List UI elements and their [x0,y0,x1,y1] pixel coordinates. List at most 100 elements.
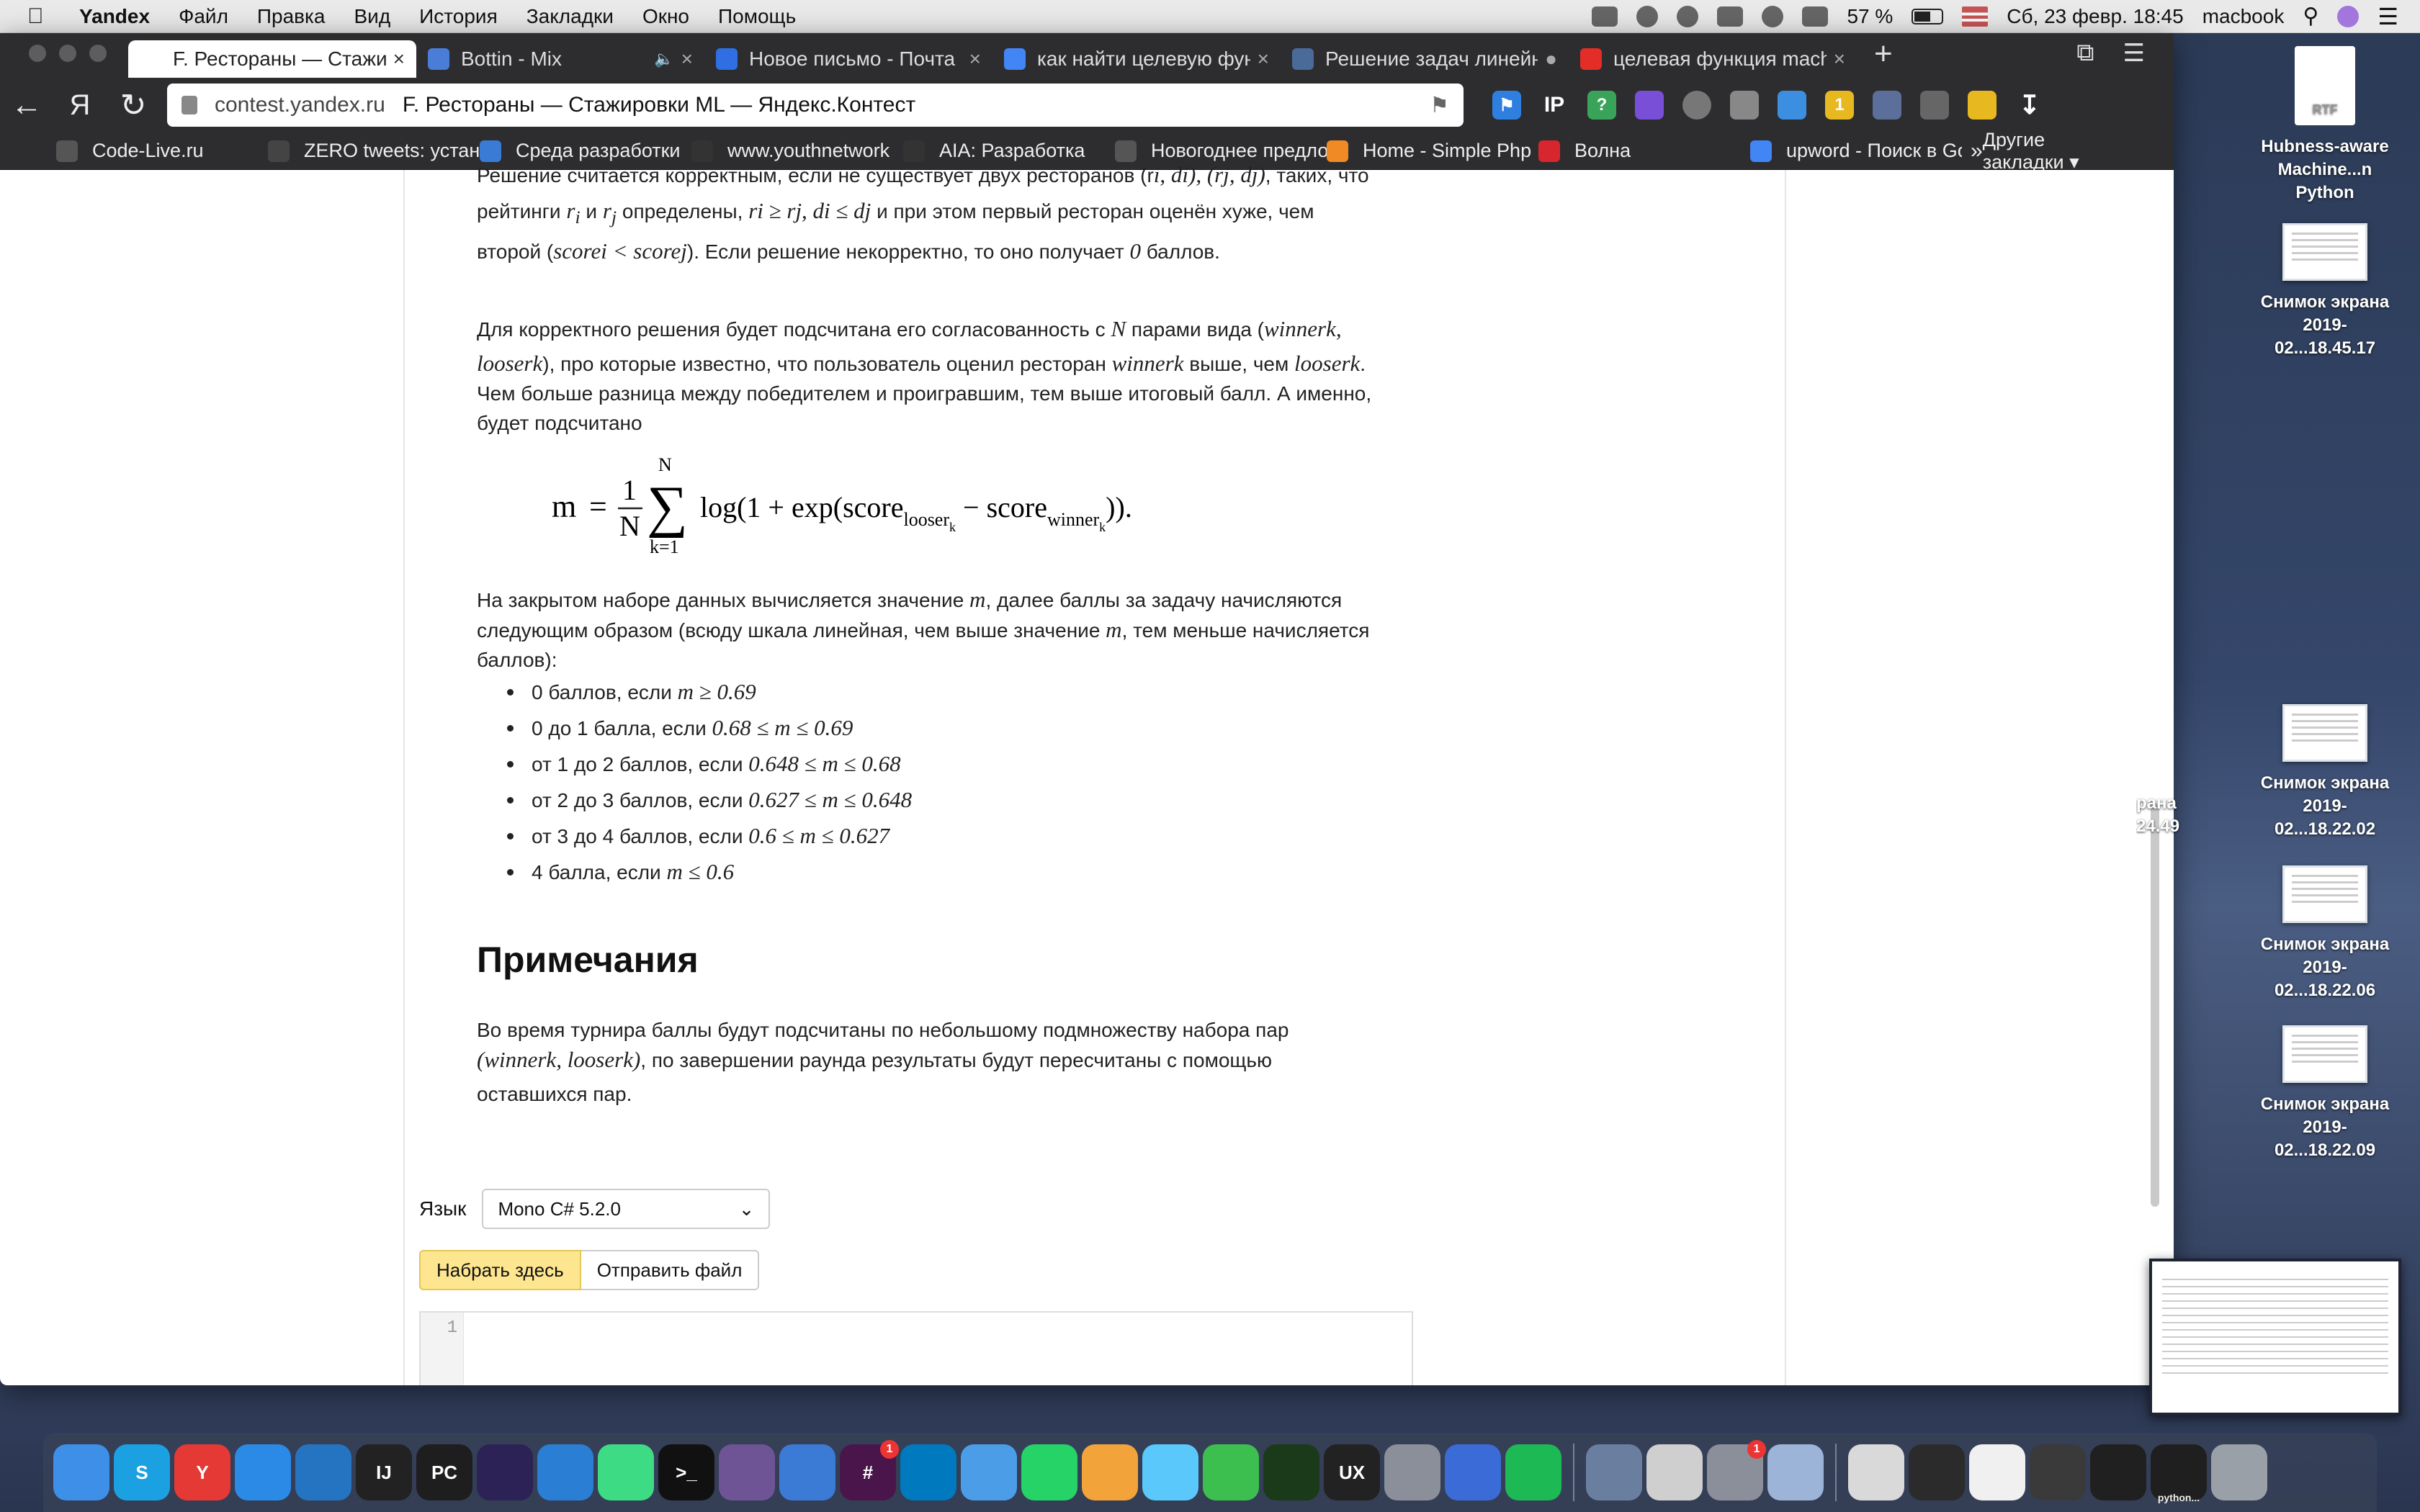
bookmark-item[interactable]: ZERO tweets: установка [268,140,480,162]
tab-manager-icon[interactable]: ⧉ [2076,39,2094,68]
extension-ip-icon[interactable]: IP [1540,91,1569,120]
close-window-button[interactable] [29,45,46,62]
charts-icon[interactable] [1445,1444,1501,1500]
uxpin-icon[interactable]: UX [1324,1444,1380,1500]
tab-5[interactable]: целевая функция machine × [1569,40,1857,78]
time-machine-icon[interactable] [1677,5,1699,27]
downloads-stack-icon[interactable] [1848,1444,1904,1500]
system-prefs-icon[interactable] [1384,1444,1440,1500]
menu-window[interactable]: Окно [642,5,689,28]
stack-icon-2[interactable] [1969,1444,2025,1500]
android-studio-icon[interactable] [598,1444,654,1500]
close-tab-icon[interactable]: × [1258,48,1269,71]
spinner-app-icon[interactable] [1263,1444,1319,1500]
tab-3[interactable]: как найти целевую функцию × [992,40,1281,78]
lock-icon[interactable] [182,96,197,114]
extension-battery-icon[interactable] [1968,91,1996,120]
database-icon[interactable] [1586,1444,1642,1500]
keynote-icon[interactable] [779,1444,835,1500]
apple-menu-icon[interactable]:  [27,4,56,29]
type-here-tab[interactable]: Набрать здесь [419,1250,581,1290]
battery-icon[interactable] [1912,8,1944,24]
address-bar[interactable]: contest.yandex.ru F. Рестораны — Стажиро… [167,84,1464,127]
desktop-file-icon[interactable]: Снимок экрана 2019-02...18.22.09 [2253,1025,2397,1162]
desktop-file-icon[interactable]: Снимок экрана 2019-02...18.22.02 [2253,704,2397,841]
messages-icon[interactable] [1142,1444,1198,1500]
screenshot-preview-thumbnail[interactable] [2149,1259,2401,1416]
notification-center-icon[interactable]: ☰ [2378,3,2398,30]
extension-cursor-icon[interactable] [1920,91,1949,120]
menu-edit[interactable]: Правка [257,5,326,28]
menu-file[interactable]: Файл [179,5,228,28]
bookmark-item[interactable]: Home - Simple Php [1327,140,1538,162]
whatsapp-icon[interactable] [1021,1444,1077,1500]
minimize-window-button[interactable] [59,45,76,62]
pycharm-icon[interactable]: PC [416,1444,472,1500]
other-bookmarks-folder[interactable]: Другие закладки ▾ [1983,129,2130,174]
extension-bulb-icon[interactable] [1682,91,1711,120]
bookmark-item[interactable]: www.youthnetwork [691,140,903,162]
finder-icon[interactable] [53,1444,109,1500]
send-file-tab[interactable]: Отправить файл [581,1250,760,1290]
stack-icon-3[interactable] [2030,1444,2086,1500]
desktop-file-icon[interactable]: Снимок экрана 2019-02...18.45.17 [2253,223,2397,360]
yandex-browser-icon[interactable]: Y [174,1444,230,1500]
extension-note-icon[interactable]: 1 [1825,91,1854,120]
language-select[interactable]: Mono C# 5.2.0 ⌄ [482,1189,771,1229]
wifi-icon[interactable] [1762,5,1784,27]
stack-icon-1[interactable] [1909,1444,1965,1500]
skype-icon[interactable]: S [114,1444,170,1500]
extension-wave-icon[interactable] [1778,91,1806,120]
extension-pocket-icon[interactable] [1730,91,1759,120]
bookmarks-overflow-button[interactable]: » [1971,139,1983,163]
desktop-file-icon[interactable]: Снимок экрана 2019-02...18.22.06 [2253,865,2397,1002]
extension-feather-icon[interactable] [1635,91,1664,120]
trello-icon[interactable] [900,1444,956,1500]
zoom-window-button[interactable] [89,45,107,62]
battery-percent[interactable]: 57 % [1847,5,1893,28]
close-tab-icon[interactable]: × [969,48,981,71]
eclipse-icon[interactable] [477,1444,533,1500]
xcode-icon[interactable] [537,1444,593,1500]
clock[interactable]: Сб, 23 февр. 18:45 [2007,5,2183,28]
back-button[interactable]: ← [0,87,53,123]
downloads-icon[interactable]: ↧ [2015,90,2044,120]
page-scrollbar[interactable] [2151,804,2159,1207]
facetime-icon[interactable] [1203,1444,1259,1500]
browser-menu-icon[interactable]: ☰ [2123,39,2145,68]
bookmark-item[interactable]: AIA: Разработка [903,140,1115,162]
tab-0[interactable]: F. Рестораны — Стажировки ML × [128,40,416,78]
bookmark-item[interactable]: upword - Поиск в Google [1750,140,1962,162]
code-editor[interactable]: 1 [419,1311,1413,1385]
folder-icon[interactable] [961,1444,1017,1500]
desktop-file-icon[interactable]: RTF Hubness-aware Machine...n Python [2253,46,2397,204]
user-menu[interactable]: macbook [2202,5,2285,28]
photos-icon[interactable] [1082,1444,1138,1500]
new-tab-button[interactable]: + [1874,36,1893,72]
extension-question-icon[interactable]: ? [1587,91,1616,120]
menu-bookmarks[interactable]: Закладки [526,5,614,28]
spotify-icon[interactable] [1505,1444,1561,1500]
input-source-flag-icon[interactable] [1962,6,1989,27]
volume-icon[interactable] [1802,6,1829,27]
close-tab-icon[interactable]: × [393,48,405,71]
tab-2[interactable]: Новое письмо - Почта Mail.ru × [704,40,992,78]
close-tab-icon[interactable]: × [1834,48,1845,71]
code-brackets-icon[interactable] [1717,6,1744,27]
slack-icon[interactable]: #1 [840,1440,899,1500]
github-icon[interactable] [719,1444,775,1500]
app-menu[interactable]: Yandex [79,5,150,28]
intellij-icon[interactable]: IJ [356,1444,412,1500]
tab-1[interactable]: Bottin - Mix 🔈 × [416,40,704,78]
safari-icon[interactable] [235,1444,291,1500]
stack-icon-4[interactable] [2090,1444,2146,1500]
python-window-icon[interactable]: python... [2151,1444,2207,1503]
menu-help[interactable]: Помощь [718,5,796,28]
cloud-icon[interactable] [1592,6,1618,27]
trash-icon[interactable] [2211,1444,2267,1500]
close-tab-icon[interactable]: × [681,48,693,71]
menu-view[interactable]: Вид [354,5,391,28]
menu-history[interactable]: История [419,5,498,28]
script-editor-icon[interactable] [1646,1444,1703,1500]
terminal-icon[interactable]: >_ [658,1444,714,1500]
